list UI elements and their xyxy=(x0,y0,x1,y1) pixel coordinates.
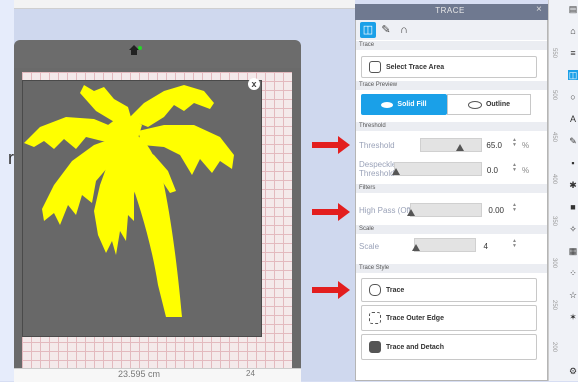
scale-slider[interactable] xyxy=(414,238,476,252)
lines-icon[interactable]: ≡ xyxy=(568,48,578,58)
despeckle-spinner[interactable]: ▲ ▼ xyxy=(512,163,517,173)
scale-slider-thumb[interactable] xyxy=(412,244,420,251)
high-pass-label: High Pass (Off) xyxy=(359,206,414,215)
favorite-icon[interactable]: ☆ xyxy=(568,290,578,300)
high-pass-slider[interactable] xyxy=(410,203,482,217)
ruler-measurement: 23.595 cm xyxy=(118,369,161,379)
threshold-slider-thumb[interactable] xyxy=(456,144,465,151)
star-icon[interactable]: ✱ xyxy=(568,180,578,190)
arrow-threshold xyxy=(312,136,350,154)
ruler-number: 550 xyxy=(551,47,558,59)
ruler-number: 450 xyxy=(551,131,558,143)
ruler-number: 250 xyxy=(551,299,558,311)
trace-outer-edge-button[interactable]: Trace Outer Edge xyxy=(361,305,537,331)
ruler-tick-label: 24 xyxy=(246,369,255,378)
trace-outer-edge-label: Trace Outer Edge xyxy=(386,314,444,322)
high-pass-value[interactable]: 0.00 xyxy=(480,206,504,215)
solid-fill-button[interactable]: Solid Fill xyxy=(361,94,447,115)
section-trace-style: Trace Style xyxy=(356,264,547,273)
cutting-mat-header xyxy=(14,40,301,68)
high-pass-spinner[interactable]: ▲ ▼ xyxy=(512,203,517,213)
section-trace-preview: Trace Preview xyxy=(356,81,547,90)
fish-solid-icon xyxy=(381,101,394,108)
despeckle-label-line2: Threshold xyxy=(359,169,395,178)
ruler-number: 200 xyxy=(551,341,558,353)
despeckle-unit: % xyxy=(522,166,530,175)
section-threshold: Threshold xyxy=(356,122,547,131)
scale-label: Scale xyxy=(359,242,380,251)
top-ruler xyxy=(14,0,355,9)
dots-icon[interactable]: ⁘ xyxy=(568,268,578,278)
scale-value[interactable]: 4 xyxy=(480,242,488,251)
solid-fill-label: Solid Fill xyxy=(397,101,427,108)
trace-label: Trace xyxy=(386,286,405,294)
trace-panel-icon[interactable]: ◫ xyxy=(568,70,578,80)
despeckle-slider[interactable] xyxy=(394,162,482,176)
threshold-slider[interactable] xyxy=(420,138,482,152)
arrow-filters xyxy=(312,203,350,221)
palm-tree-image xyxy=(24,85,234,317)
despeckle-slider-thumb[interactable] xyxy=(392,168,400,175)
settings-icon[interactable]: ⚙ xyxy=(568,366,578,376)
home-icon[interactable]: ⌂ xyxy=(568,26,578,36)
panel-title: TRACE xyxy=(435,6,465,15)
section-filters: Filters xyxy=(356,184,547,193)
pen-icon[interactable]: ✎ xyxy=(568,136,578,146)
pen-tool-icon[interactable]: ✎ xyxy=(378,22,394,38)
circle-icon[interactable]: ○ xyxy=(568,92,578,102)
outline-label: Outline xyxy=(485,101,511,108)
threshold-spinner[interactable]: ▲ ▼ xyxy=(512,138,517,148)
high-pass-slider-thumb[interactable] xyxy=(407,209,415,216)
section-scale: Scale xyxy=(356,225,547,234)
threshold-unit: % xyxy=(522,141,530,150)
left-edge-strip xyxy=(0,0,14,381)
fill-icon[interactable]: ▪ xyxy=(568,158,578,168)
despeckle-label: Despeckle Threshold xyxy=(359,160,396,178)
despeckle-label-line1: Despeckle xyxy=(359,160,397,169)
effects-icon[interactable]: ✧ xyxy=(568,224,578,234)
trace-and-detach-label: Trace and Detach xyxy=(386,343,444,351)
layers-icon[interactable]: ▤ xyxy=(568,4,578,14)
edge-text: r xyxy=(8,148,14,168)
ruler-number: 500 xyxy=(551,89,558,101)
trace-tool-icon[interactable]: ◫ xyxy=(360,22,376,38)
select-trace-area-button[interactable]: Select Trace Area xyxy=(361,56,537,78)
detach-icon xyxy=(369,341,381,353)
ruler-number: 300 xyxy=(551,257,558,269)
trace-icon xyxy=(369,284,381,296)
ruler-number: 400 xyxy=(551,173,558,185)
text-icon[interactable]: A xyxy=(568,114,578,124)
select-trace-area-label: Select Trace Area xyxy=(386,63,445,71)
outline-button[interactable]: Outline xyxy=(447,94,531,115)
mat-origin-icon[interactable] xyxy=(128,44,142,56)
section-trace: Trace xyxy=(356,41,547,50)
sparkle-icon[interactable]: ✶ xyxy=(568,312,578,322)
threshold-value[interactable]: 65.0 xyxy=(478,141,502,150)
arrow-trace-style xyxy=(312,281,350,299)
grid-icon[interactable]: ▦ xyxy=(568,246,578,256)
magnet-tool-icon[interactable]: ∩ xyxy=(396,22,412,38)
threshold-label: Threshold xyxy=(359,141,395,150)
outer-edge-icon xyxy=(369,312,381,324)
square-icon[interactable]: ■ xyxy=(568,202,578,212)
scale-spinner[interactable]: ▲ ▼ xyxy=(512,239,517,249)
ruler-number: 350 xyxy=(551,215,558,227)
fish-outline-icon xyxy=(467,100,482,109)
trace-button[interactable]: Trace xyxy=(361,278,537,302)
panel-close-button[interactable]: × xyxy=(536,4,542,15)
despeckle-value[interactable]: 0.0 xyxy=(478,166,498,175)
select-area-icon xyxy=(369,61,381,73)
trace-and-detach-button[interactable]: Trace and Detach xyxy=(361,334,537,360)
